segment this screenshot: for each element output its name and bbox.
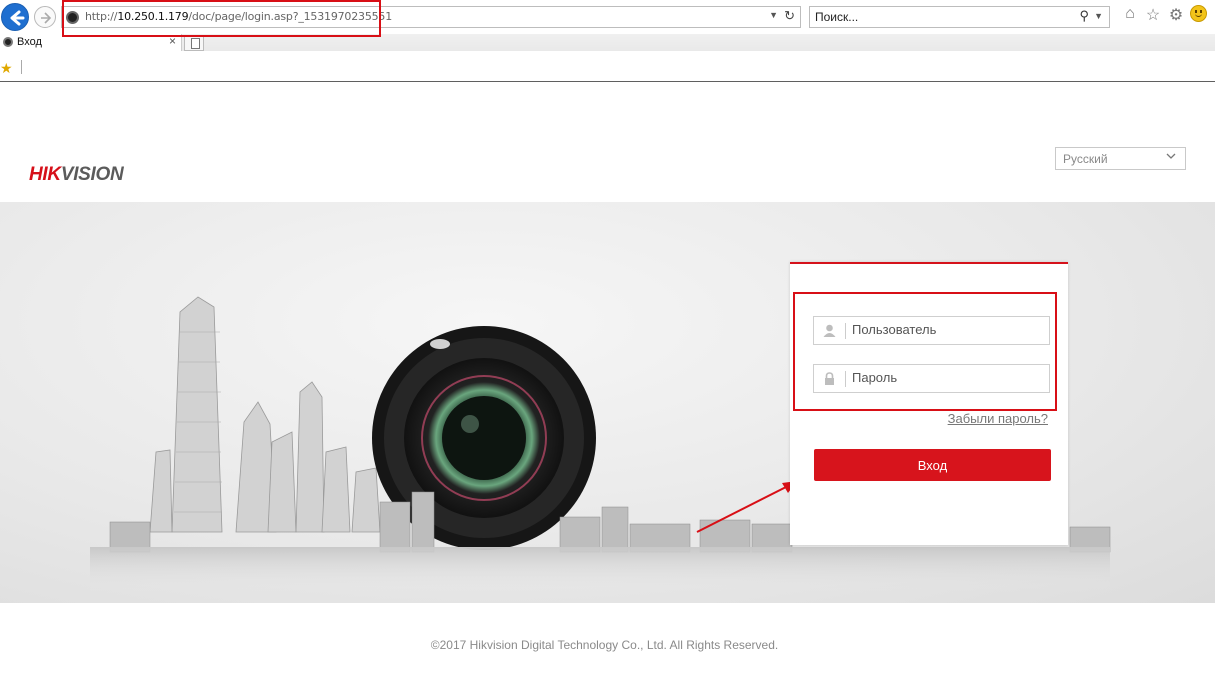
url-annotation-box xyxy=(62,0,381,37)
login-button[interactable]: Вход xyxy=(814,449,1051,481)
favorites-bar: ★ xyxy=(0,51,1215,82)
search-dropdown-icon[interactable]: ▼ xyxy=(1094,11,1103,21)
add-favorite-icon[interactable]: ★ xyxy=(0,60,13,77)
new-tab-button[interactable] xyxy=(184,35,204,51)
back-button[interactable] xyxy=(1,3,29,31)
search-input[interactable] xyxy=(815,10,1065,24)
tab-favicon-icon xyxy=(3,37,13,47)
arrow-right-icon xyxy=(41,12,52,24)
favorites-star-icon[interactable]: ☆ xyxy=(1143,5,1163,25)
home-icon[interactable]: ⌂ xyxy=(1120,5,1140,23)
language-selected: Русский xyxy=(1063,152,1108,166)
copyright-footer: ©2017 Hikvision Digital Technology Co., … xyxy=(0,638,1215,652)
gear-icon[interactable]: ⚙ xyxy=(1166,5,1186,25)
refresh-icon[interactable]: ↻ xyxy=(784,8,795,24)
feedback-smiley-icon[interactable] xyxy=(1190,5,1207,22)
arrow-left-icon xyxy=(10,10,25,26)
favorites-divider xyxy=(21,60,22,74)
language-select[interactable]: Русский xyxy=(1055,147,1186,170)
copyright-text: ©2017 Hikvision Digital Technology Co., … xyxy=(430,638,779,652)
search-icon[interactable]: ⚲ xyxy=(1079,8,1089,24)
forgot-password-link[interactable]: Забыли пароль? xyxy=(948,411,1048,426)
search-box[interactable]: ⚲ ▼ xyxy=(809,6,1110,28)
chevron-down-icon xyxy=(1166,153,1176,159)
hikvision-logo: HIKVISION xyxy=(29,164,124,185)
address-dropdown-icon[interactable]: ▼ xyxy=(769,10,778,20)
credentials-annotation-box xyxy=(793,292,1057,411)
forward-button[interactable] xyxy=(34,6,56,28)
tab-label: Вход xyxy=(17,36,42,48)
